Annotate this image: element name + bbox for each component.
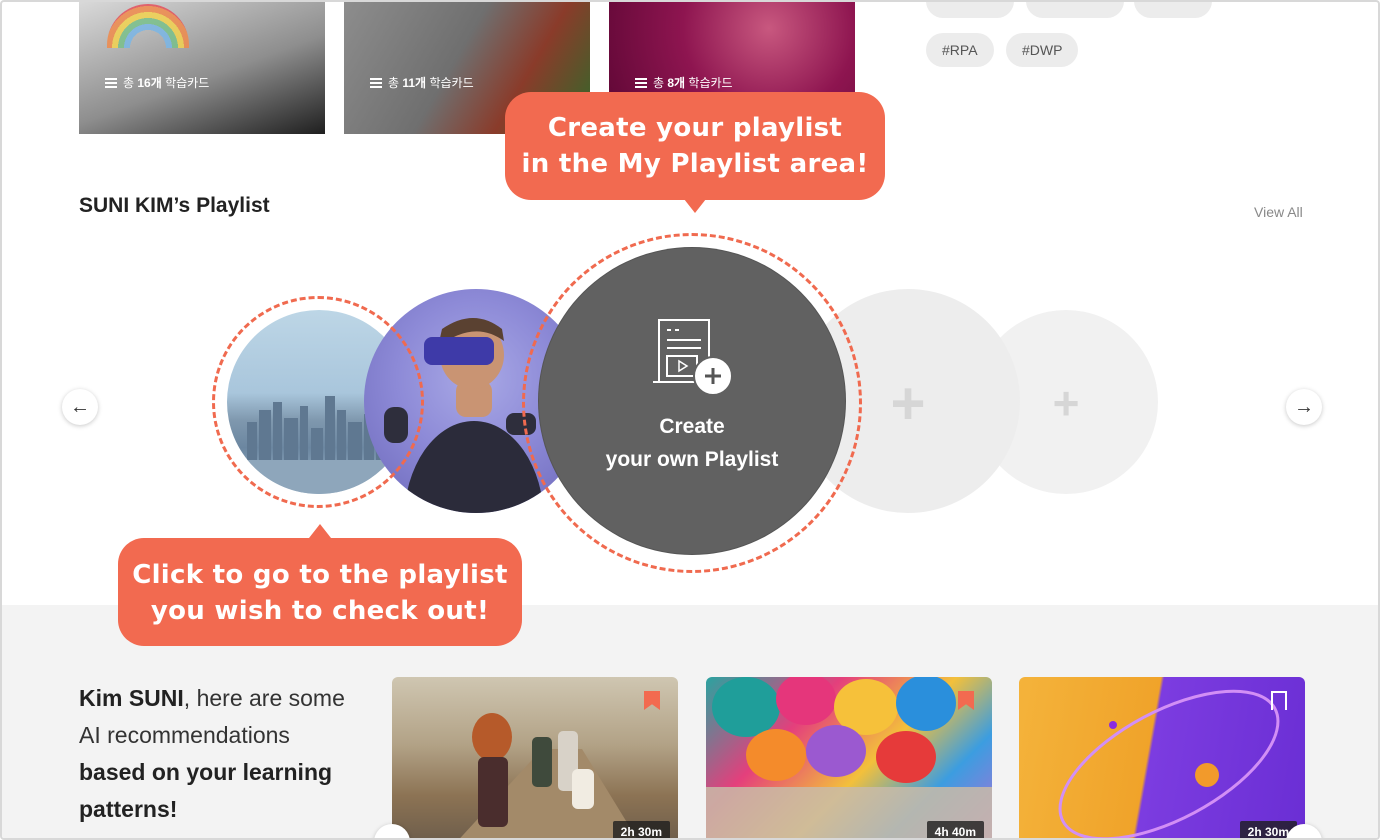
ai-recommendation-intro: Kim SUNI, here are some AI recommendatio… xyxy=(79,680,369,828)
callout-click-line-2: you wish to check out! xyxy=(150,596,490,626)
card-count: 총 11개 학습카드 xyxy=(370,74,474,91)
intro-line-4: patterns! xyxy=(79,796,178,822)
arrow-left-icon: ← xyxy=(70,396,90,418)
count-value: 11개 xyxy=(402,76,427,90)
callout-create-playlist: Create your playlist in the My Playlist … xyxy=(505,92,885,213)
duration-badge: 4h 40m xyxy=(926,821,984,838)
callout-create-line-2: in the My Playlist area! xyxy=(521,149,869,179)
callout-pointer xyxy=(684,199,706,213)
highlight-ring-city xyxy=(212,296,424,508)
carousel-next-button[interactable]: → xyxy=(1286,389,1322,425)
count-suffix: 학습카드 xyxy=(161,76,210,90)
tag-chip-cut[interactable] xyxy=(1134,2,1212,18)
arrow-right-icon: → xyxy=(1294,831,1314,838)
highlight-ring-create xyxy=(522,233,862,573)
count-suffix: 학습카드 xyxy=(685,76,733,90)
arrow-left-icon: ← xyxy=(382,831,402,838)
card-count: 총 16개 학습카드 xyxy=(105,74,209,91)
recommendation-card-balloons[interactable]: 4h 40m xyxy=(706,677,992,838)
tag-chip-cut[interactable] xyxy=(1026,2,1124,18)
playlist-section-title: SUNI KIM’s Playlist xyxy=(79,194,270,217)
count-value: 16개 xyxy=(137,76,162,90)
intro-line-2: AI recommendations xyxy=(79,722,290,748)
recommendation-card-family[interactable]: 2h 30m xyxy=(392,677,678,838)
card-count: 총 8개 학습카드 xyxy=(635,74,733,91)
bookmark-outline-icon[interactable] xyxy=(1271,691,1287,710)
callout-pointer xyxy=(309,524,331,538)
recommendation-card-abstract[interactable]: 2h 30m xyxy=(1019,677,1305,838)
count-value: 8개 xyxy=(667,76,686,90)
tag-rpa[interactable]: #RPA xyxy=(926,33,994,67)
family-walk-image xyxy=(460,713,637,838)
arrow-right-icon: → xyxy=(1294,396,1314,418)
abstract-orbit-image xyxy=(1058,689,1280,838)
carousel-prev-button[interactable]: ← xyxy=(62,389,98,425)
tag-chip-cut[interactable] xyxy=(926,2,1014,18)
list-icon xyxy=(370,77,382,88)
balloons-image xyxy=(706,677,992,838)
duration-badge: 2h 30m xyxy=(612,821,670,838)
tag-dwp[interactable]: #DWP xyxy=(1006,33,1079,67)
user-name: Kim SUNI xyxy=(79,685,184,711)
intro-line-3: based on your learning xyxy=(79,759,333,785)
callout-click-playlist: Click to go to the playlist you wish to … xyxy=(118,524,522,646)
view-all-link[interactable]: View All xyxy=(1254,204,1303,220)
course-card-1[interactable]: 총 16개 학습카드 xyxy=(79,2,325,134)
count-suffix: 학습카드 xyxy=(426,76,474,90)
intro-text: , here are some xyxy=(183,685,345,711)
count-prefix: 총 xyxy=(388,76,403,90)
callout-create-line-1: Create your playlist xyxy=(547,113,843,143)
count-prefix: 총 xyxy=(653,76,668,90)
page-frame: 총 16개 학습카드 총 11개 학습카드 총 8개 학습카드 #RPA #DW… xyxy=(0,0,1380,840)
callout-click-line-1: Click to go to the playlist xyxy=(132,560,508,590)
list-icon xyxy=(105,77,117,88)
list-icon xyxy=(635,77,647,88)
rainbow-toy-image xyxy=(107,4,189,48)
count-prefix: 총 xyxy=(123,76,138,90)
